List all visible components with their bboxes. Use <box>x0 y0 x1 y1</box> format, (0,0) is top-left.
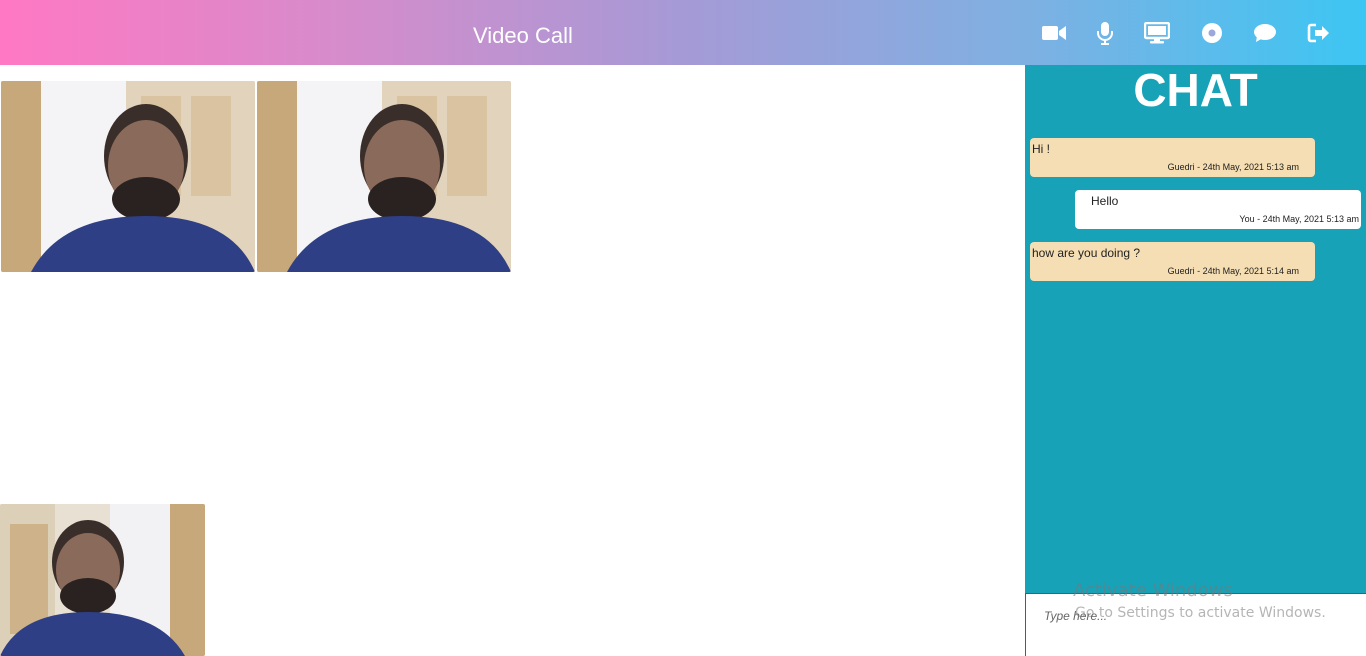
screen-share-icon <box>1144 22 1170 44</box>
toggle-video-button[interactable] <box>1041 20 1067 46</box>
participant-video-feed <box>257 81 511 272</box>
open-chat-button[interactable] <box>1252 20 1278 46</box>
share-screen-button[interactable] <box>1144 20 1170 46</box>
page-title: Video Call <box>473 23 573 48</box>
message-meta: Guedri - 24th May, 2021 5:13 am <box>1167 162 1299 172</box>
chat-message-input[interactable] <box>1042 604 1346 628</box>
remote-video-tile[interactable] <box>257 81 511 272</box>
chat-message-incoming: how are you doing ? Guedri - 24th May, 2… <box>1030 242 1315 281</box>
local-video-preview[interactable] <box>0 504 205 656</box>
chat-heading: CHAT <box>1133 64 1258 116</box>
chat-input-container <box>1025 593 1366 656</box>
message-text: Hi ! <box>1032 142 1050 156</box>
chat-message-outgoing: Hello You - 24th May, 2021 5:13 am <box>1075 190 1361 229</box>
record-button[interactable] <box>1199 20 1225 46</box>
leave-call-button[interactable] <box>1306 20 1332 46</box>
video-camera-icon <box>1042 26 1066 40</box>
record-icon <box>1202 23 1222 43</box>
chat-panel: CHAT Hi ! Guedri - 24th May, 2021 5:13 a… <box>1025 65 1366 593</box>
chat-message-incoming: Hi ! Guedri - 24th May, 2021 5:13 am <box>1030 138 1315 177</box>
chat-bubble-icon <box>1254 24 1276 42</box>
toggle-microphone-button[interactable] <box>1092 20 1118 46</box>
video-grid <box>0 65 1025 656</box>
self-video-feed <box>0 504 205 656</box>
top-bar: Video Call <box>0 0 1366 65</box>
message-meta: Guedri - 24th May, 2021 5:14 am <box>1167 266 1299 276</box>
leave-call-icon <box>1307 23 1329 43</box>
message-text: how are you doing ? <box>1032 246 1141 260</box>
microphone-icon <box>1097 22 1113 45</box>
remote-video-tile[interactable] <box>1 81 255 272</box>
participant-video-feed <box>1 81 255 272</box>
message-text: Hello <box>1091 194 1119 208</box>
message-meta: You - 24th May, 2021 5:13 am <box>1239 214 1359 224</box>
